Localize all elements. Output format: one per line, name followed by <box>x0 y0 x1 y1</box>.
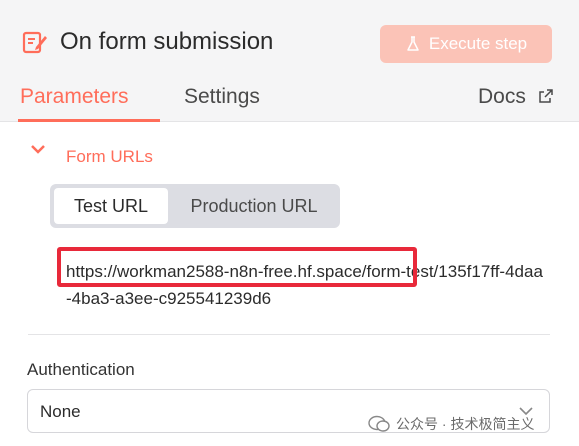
section-title: Form URLs <box>66 147 153 166</box>
execute-step-label: Execute step <box>428 34 528 53</box>
tab-bar: Parameters Settings Docs <box>0 80 579 122</box>
authentication-label: Authentication <box>27 360 135 379</box>
url-toggle: Test URL Production URL <box>50 184 340 228</box>
authentication-value: None <box>40 402 81 421</box>
flask-icon <box>407 36 419 51</box>
url-highlight-box <box>57 247 417 287</box>
execute-step-button[interactable]: Execute step <box>380 25 552 63</box>
wechat-icon <box>368 415 390 432</box>
watermark-text: 公众号 · 技术极简主义 <box>396 416 535 432</box>
watermark: 公众号 · 技术极简主义 <box>368 413 534 435</box>
test-url-tab[interactable]: Test URL <box>54 188 168 224</box>
tab-docs[interactable]: Docs <box>478 85 526 109</box>
chevron-down-icon[interactable] <box>30 144 46 156</box>
external-link-icon[interactable] <box>538 88 554 104</box>
divider <box>28 334 550 335</box>
node-title: On form submission <box>60 28 274 55</box>
tab-parameters[interactable]: Parameters <box>20 85 129 109</box>
production-url-tab[interactable]: Production URL <box>172 188 336 224</box>
form-edit-icon <box>22 31 47 54</box>
tab-settings[interactable]: Settings <box>184 85 260 109</box>
parameters-panel: Form URLs Test URL Production URL https:… <box>0 122 579 446</box>
